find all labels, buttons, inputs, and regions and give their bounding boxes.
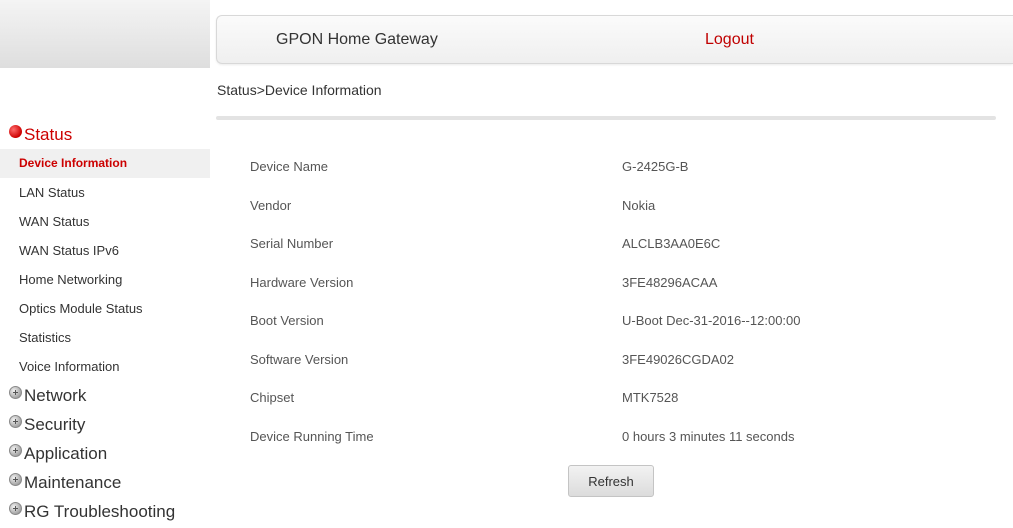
sidebar-item-home-networking[interactable]: Home Networking <box>0 265 210 294</box>
sidebar-category-label: Maintenance <box>24 472 122 492</box>
info-row-boot-version: Boot Version U-Boot Dec-31-2016--12:00:0… <box>250 303 1010 342</box>
info-row-device-running-time: Device Running Time 0 hours 3 minutes 11… <box>250 419 1010 458</box>
info-row-software-version: Software Version 3FE49026CGDA02 <box>250 342 1010 381</box>
info-label: Device Running Time <box>250 428 374 444</box>
sidebar-item-wan-status-ipv6[interactable]: WAN Status IPv6 <box>0 236 210 265</box>
sidebar-item-optics-module-status[interactable]: Optics Module Status <box>0 294 210 323</box>
sidebar-item-voice-information[interactable]: Voice Information <box>0 352 210 381</box>
expand-bullet-icon <box>9 386 22 399</box>
expand-bullet-icon <box>9 502 22 515</box>
sidebar-category-rg-troubleshooting[interactable]: RG Troubleshooting <box>0 497 210 526</box>
sidebar-category-label: Security <box>24 414 86 434</box>
info-label: Vendor <box>250 197 292 213</box>
info-row-vendor: Vendor Nokia <box>250 188 1010 227</box>
sidebar-category-label: Network <box>24 385 87 405</box>
sidebar-category-label: Status <box>24 124 73 144</box>
sidebar-category-label: RG Troubleshooting <box>24 501 176 521</box>
info-value: MTK7528 <box>622 390 679 405</box>
expand-bullet-icon <box>9 444 22 457</box>
info-row-hardware-version: Hardware Version 3FE48296ACAA <box>250 265 1010 304</box>
info-label: Hardware Version <box>250 274 354 290</box>
info-row-chipset: Chipset MTK7528 <box>250 380 1010 419</box>
collapse-bullet-icon <box>9 125 22 138</box>
logo-area <box>0 0 210 68</box>
page: GPON Home Gateway Logout Status>Device I… <box>0 0 1013 528</box>
expand-bullet-icon <box>9 473 22 486</box>
sidebar-category-status[interactable]: Status <box>0 120 210 149</box>
header-bar: GPON Home Gateway Logout <box>216 15 1013 64</box>
breadcrumb: Status>Device Information <box>217 82 382 98</box>
sidebar-category-maintenance[interactable]: Maintenance <box>0 468 210 497</box>
info-value: U-Boot Dec-31-2016--12:00:00 <box>622 313 801 328</box>
info-value: ALCLB3AA0E6C <box>622 236 721 251</box>
info-value: 0 hours 3 minutes 11 seconds <box>622 428 795 444</box>
sidebar: Status Device Information LAN Status WAN… <box>0 120 210 526</box>
info-row-serial-number: Serial Number ALCLB3AA0E6C <box>250 226 1010 265</box>
sidebar-category-application[interactable]: Application <box>0 439 210 468</box>
info-value: G-2425G-B <box>622 159 689 174</box>
info-value: 3FE48296ACAA <box>622 274 718 290</box>
logout-link[interactable]: Logout <box>705 31 754 49</box>
info-row-device-name: Device Name G-2425G-B <box>250 149 1010 188</box>
info-value: Nokia <box>622 197 656 213</box>
expand-bullet-icon <box>9 415 22 428</box>
info-value: 3FE49026CGDA02 <box>622 351 735 367</box>
info-label: Device Name <box>250 159 329 174</box>
refresh-button[interactable]: Refresh <box>568 465 654 497</box>
device-info-table: Device Name G-2425G-B Vendor Nokia Seria… <box>250 149 1010 457</box>
info-label: Boot Version <box>250 313 324 328</box>
gateway-title: GPON Home Gateway <box>276 31 438 48</box>
sidebar-category-network[interactable]: Network <box>0 381 210 410</box>
breadcrumb-divider <box>216 116 996 120</box>
sidebar-item-lan-status[interactable]: LAN Status <box>0 178 210 207</box>
sidebar-category-security[interactable]: Security <box>0 410 210 439</box>
sidebar-item-device-information[interactable]: Device Information <box>0 149 210 178</box>
sidebar-item-statistics[interactable]: Statistics <box>0 323 210 352</box>
info-label: Serial Number <box>250 236 334 251</box>
sidebar-item-wan-status[interactable]: WAN Status <box>0 207 210 236</box>
sidebar-category-label: Application <box>24 443 108 463</box>
info-label: Software Version <box>250 351 349 367</box>
info-label: Chipset <box>250 390 295 405</box>
